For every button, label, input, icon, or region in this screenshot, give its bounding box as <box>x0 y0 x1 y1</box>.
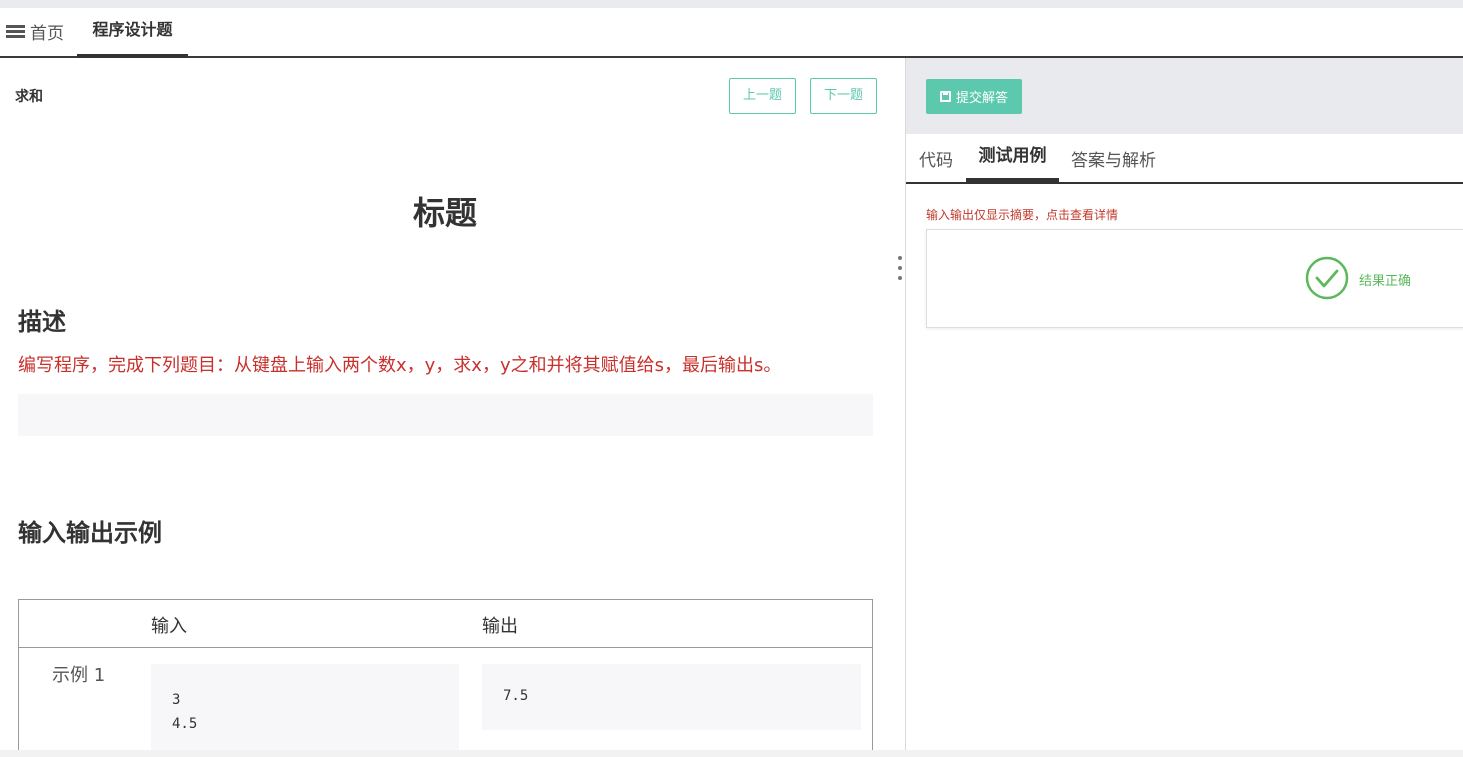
tab-bar: 首页 程序设计题 <box>0 8 1463 58</box>
prev-question-button[interactable]: 上一题 <box>729 78 796 114</box>
question-title: 标题 <box>412 194 477 232</box>
result-text: 结果正确 <box>1359 274 1412 289</box>
tab-test-cases[interactable]: 测试用例 <box>966 134 1059 182</box>
example-input-line: 3 <box>172 692 181 708</box>
io-col-input: 输入 <box>151 616 187 637</box>
question-name: 求和 <box>15 89 43 105</box>
tab-code[interactable]: 代码 <box>919 146 953 171</box>
example-output: 7.5 <box>482 664 861 730</box>
tab-home[interactable]: 首页 <box>6 20 64 44</box>
description-block <box>18 394 873 436</box>
io-heading: 输入输出示例 <box>18 519 162 547</box>
check-circle-icon <box>1305 256 1349 300</box>
description-heading: 描述 <box>18 308 66 336</box>
io-col-output: 输出 <box>482 616 518 637</box>
bottom-strip <box>0 750 1463 757</box>
question-panel: 求和 上一题 下一题 标题 描述 编写程序，完成下列题目：从键盘上输入两个数x，… <box>0 58 905 750</box>
example-input: 3 4.5 <box>151 664 459 750</box>
save-icon <box>939 91 951 102</box>
submit-answer-button[interactable]: 提交解答 <box>926 79 1022 114</box>
top-strip <box>0 0 1463 8</box>
drag-handle-icon[interactable] <box>898 256 904 292</box>
answer-panel: 提交解答 代码 测试用例 答案与解析 输入输出仅显示摘要，点击查看详情 结果正确 <box>906 58 1463 750</box>
io-table-header: 输入 输出 <box>19 600 872 648</box>
menu-icon <box>6 24 25 38</box>
summary-hint: 输入输出仅显示摘要，点击查看详情 <box>926 208 1119 222</box>
example-input-line: 4.5 <box>172 716 198 732</box>
tab-programming[interactable]: 程序设计题 <box>77 8 188 58</box>
tab-home-label: 首页 <box>30 23 64 44</box>
description-text: 编写程序，完成下列题目：从键盘上输入两个数x，y，求x，y之和并将其赋值给s，最… <box>18 355 782 376</box>
tab-answer-analysis[interactable]: 答案与解析 <box>1071 146 1156 171</box>
submit-answer-label: 提交解答 <box>955 91 1008 106</box>
io-example-table: 输入 输出 示例 1 3 4.5 7.5 <box>18 599 873 750</box>
test-result-card[interactable]: 结果正确 <box>926 229 1463 328</box>
example-label: 示例 1 <box>52 665 106 686</box>
answer-tabs: 代码 测试用例 答案与解析 <box>906 134 1463 184</box>
next-question-button[interactable]: 下一题 <box>810 78 877 114</box>
answer-toolbar: 提交解答 <box>906 58 1463 134</box>
